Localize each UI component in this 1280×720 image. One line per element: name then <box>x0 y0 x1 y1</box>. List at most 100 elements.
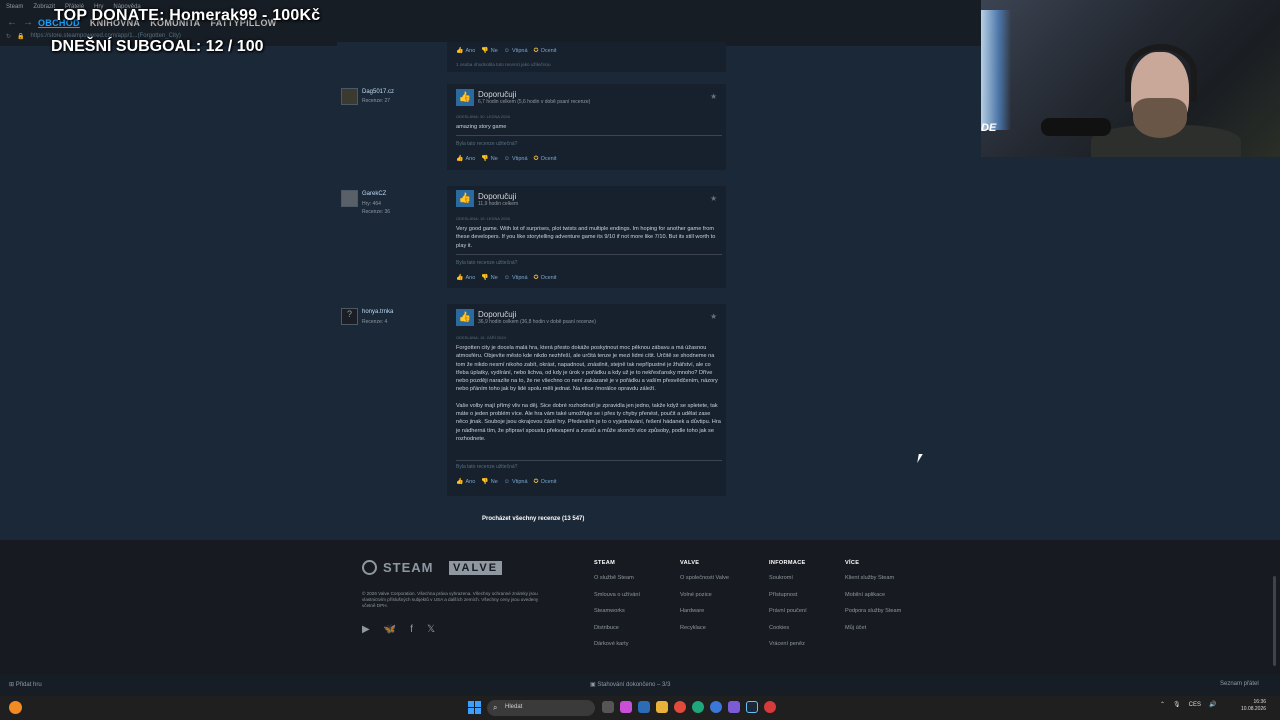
footer-link[interactable]: Můj účet <box>845 625 901 631</box>
back-arrow-icon[interactable]: ← <box>7 17 17 28</box>
avatar[interactable] <box>341 88 358 105</box>
friends-list-button[interactable]: Seznam přátel <box>1220 681 1259 687</box>
footer-link[interactable]: Distribuce <box>594 625 640 631</box>
vote-award-button[interactable]: ✪ Ocenit <box>533 155 557 163</box>
review-username[interactable]: GarekCZ <box>362 191 386 197</box>
facebook-icon[interactable]: f <box>410 624 413 635</box>
footer-column-valve: VALVE O společnosti Valve Volné pozice H… <box>680 560 729 641</box>
edge-icon[interactable] <box>692 701 704 713</box>
file-explorer-icon[interactable] <box>656 701 668 713</box>
vote-no-button[interactable]: 👎 Ne <box>481 274 498 282</box>
app-icon[interactable] <box>764 701 776 713</box>
footer-column-title: VALVE <box>680 560 700 566</box>
vote-funny-button[interactable]: ☺ Vtipná <box>504 155 528 162</box>
search-icon: ⌕ <box>493 703 498 712</box>
bluesky-icon[interactable]: 🦋 <box>384 624 396 635</box>
review-text: Forgotten city je docela malá hra, která… <box>456 344 722 443</box>
system-clock[interactable]: 16:36 10.08.2026 <box>1241 699 1266 713</box>
review-verdict[interactable]: Doporučuji <box>478 310 516 319</box>
review-username[interactable]: Dag5017.cz <box>362 89 394 95</box>
valve-logo[interactable]: VALVE <box>449 561 503 575</box>
footer-link[interactable]: Mobilní aplikace <box>845 592 901 598</box>
review-text: Very good game. With lot of surprises, p… <box>456 225 722 250</box>
vote-award-button[interactable]: ✪ Ocenit <box>534 274 557 282</box>
language-indicator[interactable]: CES <box>1189 702 1201 708</box>
footer-link[interactable]: Právní poučení <box>769 608 807 614</box>
reload-icon[interactable]: ↻ <box>6 33 11 40</box>
menu-view[interactable]: Zobrazit <box>33 4 55 10</box>
app-icon[interactable] <box>620 701 632 713</box>
thumbs-up-icon: 👍 <box>456 156 464 162</box>
award-icon: ✪ <box>533 156 539 162</box>
app-icon[interactable] <box>638 701 650 713</box>
footer-link[interactable]: Vrácení peněz <box>769 641 807 647</box>
footer-link[interactable]: Dárkové karty <box>594 641 640 647</box>
review-card: Dag5017.cz Recenze: 27 👍 Doporučuji 6,7 … <box>337 84 726 170</box>
steam-logo-icon <box>362 560 377 575</box>
vote-no-button[interactable]: 👎 Ne <box>481 155 498 163</box>
review-card-partial: 👍 Ano 👎 Ne ☺ Vtipná ✪ Ocenit 1 osoba ohodnot… <box>337 42 726 72</box>
review-verdict[interactable]: Doporučuji <box>478 192 516 201</box>
downloads-status[interactable]: ▣ Stahování dokončeno – 3/3 <box>590 681 670 688</box>
footer-link[interactable]: Volné pozice <box>680 592 729 598</box>
windows-start-icon[interactable] <box>468 701 481 714</box>
vote-award-button[interactable]: ✪ Ocenit <box>534 478 557 486</box>
add-game-button[interactable]: ⊞ Přidat hru <box>9 681 42 688</box>
steam-logo[interactable]: STEAM <box>362 560 434 575</box>
chevron-up-icon[interactable]: ⌃ <box>1160 701 1165 708</box>
vote-yes-button[interactable]: 👍 Ano <box>456 47 475 55</box>
vote-yes-button[interactable]: 👍 Ano <box>456 478 475 486</box>
footer-link[interactable]: Soukromí <box>769 575 807 581</box>
forward-arrow-icon[interactable]: → <box>23 17 33 28</box>
review-paragraph: Vaše volby mají přímý vliv na děj. Sice … <box>456 402 721 442</box>
review-divider <box>456 254 722 255</box>
default-avatar-icon[interactable]: ? <box>341 308 358 325</box>
steam-taskbar-icon[interactable] <box>746 701 758 713</box>
vote-no-button[interactable]: 👎 Ne <box>481 478 498 486</box>
footer-link[interactable]: Klient služby Steam <box>845 575 901 581</box>
taskbar-search[interactable]: ⌕ Hledat <box>487 700 595 716</box>
x-icon[interactable]: 𝕏 <box>427 624 435 635</box>
chrome-icon[interactable] <box>674 701 686 713</box>
review-username[interactable]: honya.trnka <box>362 309 393 315</box>
scrollbar[interactable] <box>1273 46 1278 674</box>
review-verdict[interactable]: Doporučuji <box>478 90 516 99</box>
vote-no-button[interactable]: 👎 Ne <box>481 47 498 55</box>
weather-widget-icon[interactable] <box>9 701 22 714</box>
vote-award-button[interactable]: ✪ Ocenit <box>534 47 557 55</box>
task-view-icon[interactable] <box>602 701 614 713</box>
review-hours: 36,9 hodin celkem (36,8 hodin v době psa… <box>478 319 596 325</box>
volume-icon[interactable]: 🔊 <box>1209 701 1216 708</box>
app-icon[interactable] <box>728 701 740 713</box>
footer-link[interactable]: Steamworks <box>594 608 640 614</box>
webcam-logo-text: DE <box>981 122 997 134</box>
vote-funny-button[interactable]: ☺ Vtipná <box>504 47 528 54</box>
footer-link[interactable]: Cookies <box>769 625 807 631</box>
star-icon[interactable]: ★ <box>710 312 717 321</box>
footer-link[interactable]: Podpora služby Steam <box>845 608 901 614</box>
review-vote-buttons: 👍 Ano 👎 Ne ☺ Vtipná ✪ Ocenit <box>456 155 557 163</box>
vote-yes-button[interactable]: 👍 Ano <box>456 155 475 163</box>
youtube-icon[interactable]: ▶ <box>362 624 370 635</box>
vote-funny-button[interactable]: ☺ Vtipná <box>504 274 528 281</box>
footer-link[interactable]: Recyklace <box>680 625 729 631</box>
helpful-question: Byla tato recenze užitečná? <box>456 464 518 470</box>
footer-link[interactable]: O službě Steam <box>594 575 640 581</box>
footer-link[interactable]: Smlouva o užívání <box>594 592 640 598</box>
app-icon[interactable] <box>710 701 722 713</box>
footer-link[interactable]: Hardware <box>680 608 729 614</box>
star-icon[interactable]: ★ <box>710 92 717 101</box>
menu-steam[interactable]: Steam <box>6 4 23 10</box>
footer-column-steam: STEAM O službě Steam Smlouva o užívání S… <box>594 560 640 658</box>
avatar[interactable] <box>341 190 358 207</box>
footer-link[interactable]: Přístupnost <box>769 592 807 598</box>
thumbs-down-icon: 👎 <box>481 275 489 281</box>
smiley-icon: ☺ <box>503 274 510 281</box>
mic-icon[interactable]: 🎙 <box>1173 701 1181 708</box>
footer-link[interactable]: O společnosti Valve <box>680 575 729 581</box>
browse-all-reviews-link[interactable]: Procházet všechny recenze (13 547) <box>482 516 584 522</box>
vote-yes-button[interactable]: 👍 Ano <box>456 274 475 282</box>
scrollbar-thumb[interactable] <box>1273 576 1276 666</box>
star-icon[interactable]: ★ <box>710 194 717 203</box>
vote-funny-button[interactable]: ☺ Vtipná <box>504 478 528 485</box>
